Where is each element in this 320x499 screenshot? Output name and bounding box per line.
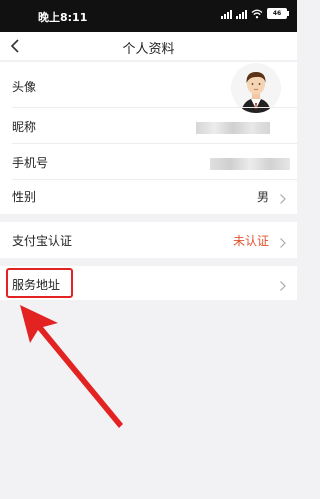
annotation-arrow bbox=[20, 305, 123, 428]
